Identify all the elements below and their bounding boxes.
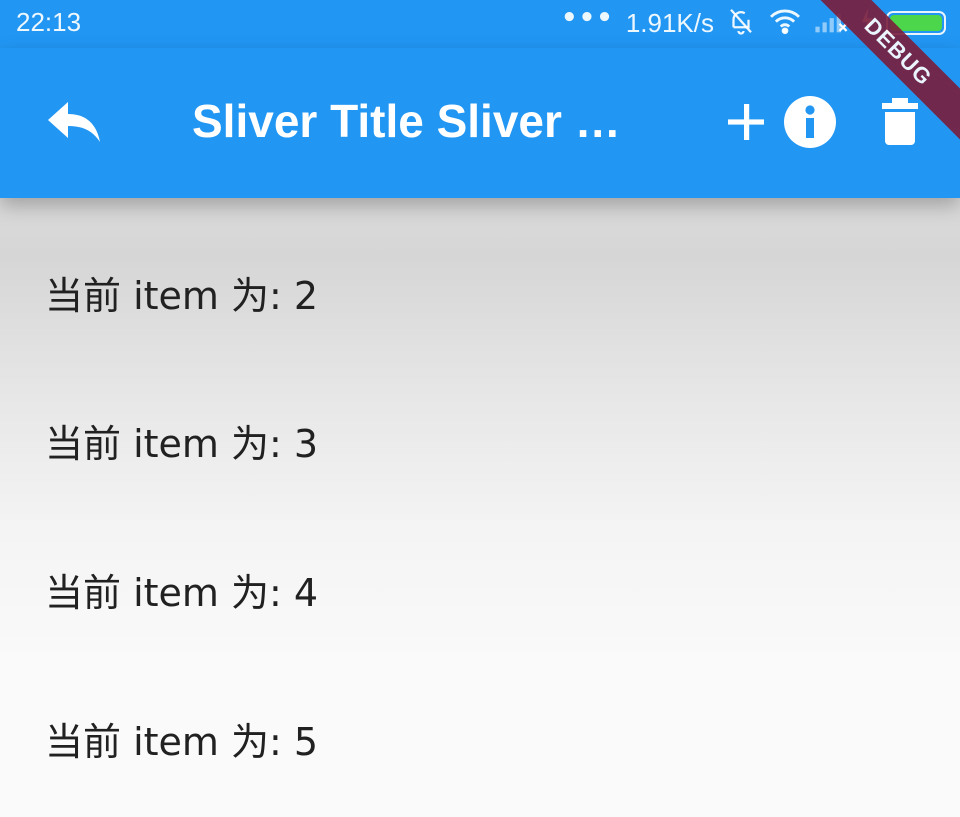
- list-item[interactable]: 当前 item 为: 2: [0, 198, 960, 366]
- more-notifications-icon: •••: [560, 3, 614, 33]
- list-item[interactable]: 当前 item 为: 4: [0, 515, 960, 664]
- charging-icon: [860, 8, 874, 38]
- bell-off-icon: [726, 6, 756, 40]
- wifi-icon: [768, 7, 802, 39]
- app-bar: Sliver Title Sliver Title Sliver Title: [0, 48, 960, 198]
- battery-icon: [886, 11, 946, 35]
- app-bar-title: Sliver Title Sliver Title Sliver Title: [192, 95, 642, 147]
- list-item[interactable]: 当前 item 为: 5: [0, 664, 960, 813]
- delete-icon[interactable]: [870, 92, 930, 152]
- reply-icon[interactable]: [44, 92, 104, 152]
- screen: 22:13 ••• 1.91K/s Sliver Title Sliver Ti…: [0, 0, 960, 817]
- network-speed: 1.91K/s: [625, 7, 714, 38]
- item-list: 当前 item 为: 2 当前 item 为: 3 当前 item 为: 4 当…: [0, 198, 960, 817]
- list-item-label: 当前 item 为: 3: [45, 422, 319, 466]
- list-item[interactable]: 当前 item 为: 3: [0, 366, 960, 515]
- battery-level: [890, 15, 942, 31]
- status-indicators: ••• 1.91K/s: [560, 3, 946, 40]
- list-item-label: 当前 item 为: 5: [45, 720, 319, 764]
- status-bar: 22:13 ••• 1.91K/s: [0, 0, 960, 48]
- signal-icon: [814, 8, 848, 38]
- add-icon[interactable]: [716, 92, 776, 152]
- info-icon[interactable]: [780, 92, 840, 152]
- list-item-label: 当前 item 为: 4: [45, 571, 319, 615]
- list-item-label: 当前 item 为: 2: [45, 273, 319, 318]
- status-time: 22:13: [16, 7, 82, 37]
